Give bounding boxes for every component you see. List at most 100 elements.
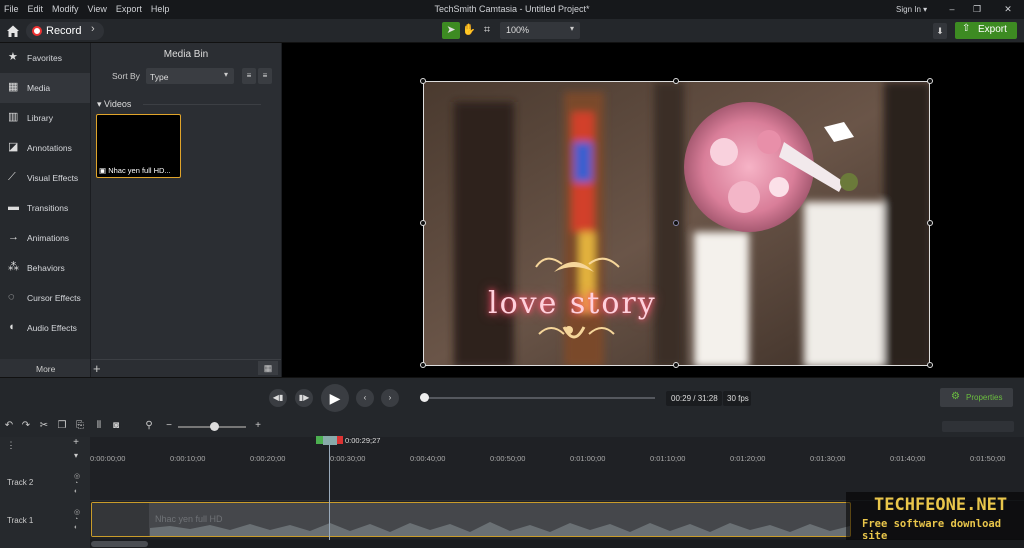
resize-handle[interactable]: [927, 362, 933, 368]
animation-icon: →: [8, 231, 19, 243]
sidebar-item-label: Annotations: [27, 143, 72, 153]
copy-icon[interactable]: ❐: [56, 420, 68, 431]
wand-icon: ⟋: [8, 171, 16, 183]
sign-in-link[interactable]: Sign In ▾: [896, 5, 927, 14]
sort-descending-icon[interactable]: ≡: [258, 68, 272, 84]
home-icon[interactable]: [6, 24, 20, 38]
playhead-handle[interactable]: [323, 436, 337, 445]
sidebar-item-label: Animations: [27, 233, 70, 243]
rotation-handle[interactable]: [673, 220, 679, 226]
share-icon: ⇧: [962, 23, 971, 34]
watermark-title: TECHFEONE.NET: [874, 495, 1008, 515]
split-icon[interactable]: ⫴: [93, 420, 105, 431]
ruler-tick-label: 0:01:50;00: [970, 454, 1006, 463]
sort-value: Type: [150, 72, 169, 82]
resize-handle[interactable]: [927, 220, 933, 226]
sidebar-item-media[interactable]: ▦ Media: [0, 73, 90, 103]
behavior-icon: ⁂: [8, 261, 19, 273]
resize-handle[interactable]: [420, 78, 426, 84]
track-height-icon[interactable]: ⋮: [5, 440, 17, 451]
playhead-in-marker[interactable]: [316, 436, 323, 444]
ruler-tick-label: 0:00:50;00: [490, 454, 526, 463]
zoom-search-icon[interactable]: ⚲: [143, 420, 155, 431]
ruler-tick-label: 0:00:20;00: [250, 454, 286, 463]
undo-icon[interactable]: ↶: [3, 420, 15, 431]
resize-handle[interactable]: [673, 362, 679, 368]
sidebar-item-label: Visual Effects: [27, 173, 79, 183]
scrubber-track[interactable]: [420, 397, 655, 399]
media-bin-panel: [91, 43, 281, 377]
record-icon: [32, 26, 42, 36]
sidebar-item-annotations[interactable]: ◪ Annotations: [0, 133, 90, 163]
maximize-icon[interactable]: ❐: [971, 3, 983, 15]
timeline-scrollbar-thumb[interactable]: [91, 541, 148, 547]
lock-icon[interactable]: ◔: [74, 516, 78, 523]
mute-icon[interactable]: ◐: [74, 524, 78, 531]
sidebar-item-audio-effects[interactable]: ◖ Audio Effects: [0, 313, 90, 343]
media-bin-footer: [91, 359, 281, 377]
timeline-search-field[interactable]: [942, 421, 1014, 432]
timeline-ruler[interactable]: [90, 437, 1024, 465]
ruler-tick-label: 0:01:40;00: [890, 454, 926, 463]
scrubber-handle[interactable]: [419, 393, 429, 402]
chevron-down-icon[interactable]: ▾: [70, 451, 82, 460]
next-icon[interactable]: ›: [381, 389, 399, 407]
chevron-down-icon: ▾: [570, 24, 575, 33]
sidebar-item-label: Cursor Effects: [27, 293, 81, 303]
minimize-icon[interactable]: –: [946, 3, 958, 15]
timeline-zoom-handle[interactable]: [210, 422, 219, 431]
sidebar-item-favorites[interactable]: ★ Favorites: [0, 43, 90, 73]
playhead-line[interactable]: [329, 445, 330, 548]
cut-icon[interactable]: ✂: [38, 420, 50, 431]
divider: [143, 104, 261, 105]
step-forward-icon[interactable]: ▮▶: [295, 389, 313, 407]
visibility-icon[interactable]: ◎: [74, 472, 80, 480]
transition-icon: ▬: [8, 201, 19, 213]
ruler-tick-label: 0:01:10;00: [650, 454, 686, 463]
grid-view-icon[interactable]: ▦: [258, 361, 278, 375]
resize-handle[interactable]: [420, 220, 426, 226]
title-overlay-text[interactable]: love story: [488, 286, 657, 321]
zoom-out-icon[interactable]: −: [163, 420, 175, 431]
redo-icon[interactable]: ↷: [20, 420, 32, 431]
sidebar-item-behaviors[interactable]: ⁂ Behaviors: [0, 253, 90, 283]
paste-icon[interactable]: ⎘: [74, 420, 86, 431]
play-button[interactable]: ▶: [321, 384, 349, 412]
ruler-tick-label: 0:00:40;00: [410, 454, 446, 463]
resize-handle[interactable]: [673, 78, 679, 84]
star-icon: ★: [8, 51, 18, 63]
chevron-right-icon[interactable]: ›: [91, 23, 95, 35]
sidebar-item-library[interactable]: ▥ Library: [0, 103, 90, 133]
add-track-icon[interactable]: +: [70, 437, 82, 448]
playhead-out-marker[interactable]: [337, 436, 343, 444]
sidebar-item-animations[interactable]: → Animations: [0, 223, 90, 253]
lock-icon[interactable]: ◔: [74, 480, 78, 487]
ruler-tick-label: 0:00:30;00: [330, 454, 366, 463]
step-back-icon[interactable]: ◀▮: [269, 389, 287, 407]
hand-icon[interactable]: ✋: [460, 22, 478, 39]
videos-section-header[interactable]: ▾ Videos: [97, 99, 131, 110]
audio-waveform: [150, 522, 850, 536]
properties-label: Properties: [966, 393, 1003, 402]
sidebar-item-cursor-effects[interactable]: ◌ Cursor Effects: [0, 283, 90, 313]
sidebar-item-transitions[interactable]: ▬ Transitions: [0, 193, 90, 223]
sort-ascending-icon[interactable]: ≡: [242, 68, 256, 84]
annotation-icon: ◪: [8, 141, 19, 153]
select-arrow-icon[interactable]: ➤: [442, 22, 460, 39]
add-media-icon[interactable]: +: [93, 361, 101, 376]
track-1-label: Track 1: [7, 516, 34, 525]
ruler-tick-label: 0:00:00;00: [90, 454, 126, 463]
download-icon[interactable]: ⬇: [933, 23, 947, 39]
visibility-icon[interactable]: ◎: [74, 508, 80, 516]
sidebar-item-visual-effects[interactable]: ⟋ Visual Effects: [0, 163, 90, 193]
close-icon[interactable]: ✕: [1002, 3, 1014, 15]
zoom-in-icon[interactable]: +: [252, 420, 264, 431]
resize-handle[interactable]: [927, 78, 933, 84]
crop-icon[interactable]: ⌗: [478, 22, 496, 39]
media-bin-title: Media Bin: [163, 49, 209, 60]
camera-icon[interactable]: ◙: [110, 420, 122, 431]
mute-icon[interactable]: ◐: [74, 488, 78, 495]
record-label: Record: [46, 25, 82, 37]
previous-icon[interactable]: ‹: [356, 389, 374, 407]
resize-handle[interactable]: [420, 362, 426, 368]
